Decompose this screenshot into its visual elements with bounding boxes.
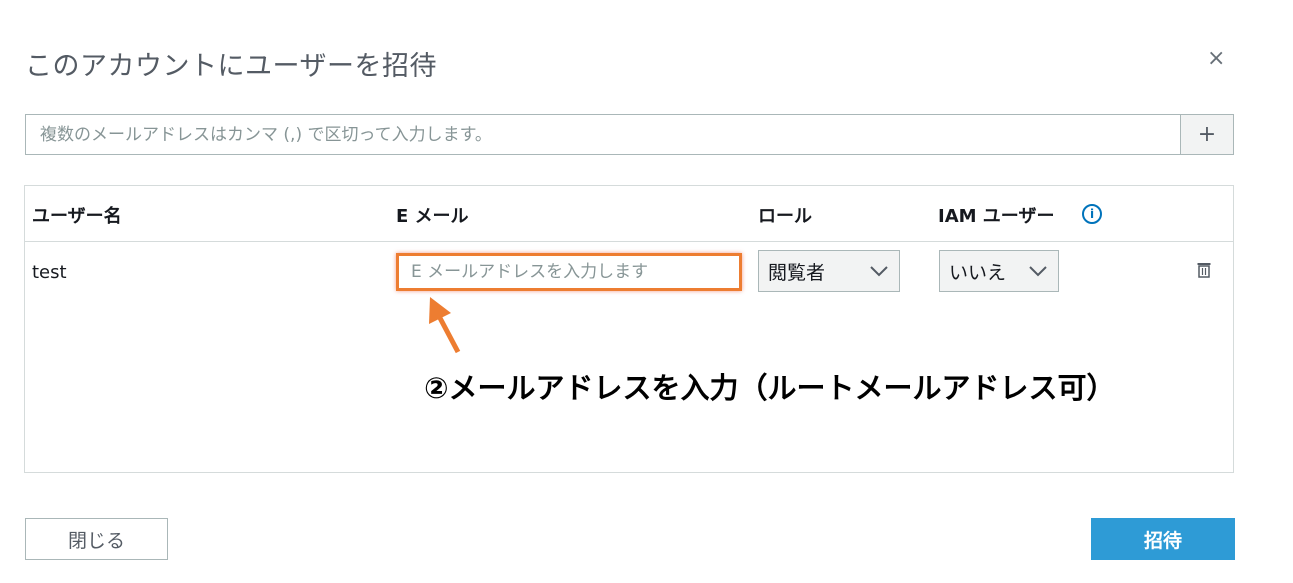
iam-user-select-value: いいえ: [949, 261, 1007, 284]
chevron-down-icon: [1029, 266, 1047, 277]
header-email: E メール: [396, 206, 469, 227]
annotation-text: ②メールアドレスを入力（ルートメールアドレス可）: [424, 371, 1116, 405]
header-iam-user: IAM ユーザー: [938, 206, 1055, 227]
role-select[interactable]: 閲覧者: [758, 250, 900, 292]
info-icon[interactable]: i: [1082, 204, 1102, 224]
trash-icon[interactable]: [1197, 262, 1211, 278]
table-header: ユーザー名 E メール ロール IAM ユーザー i: [25, 186, 1233, 242]
bulk-email-input[interactable]: [25, 114, 1180, 155]
row-email-input[interactable]: [396, 253, 742, 291]
header-username: ユーザー名: [32, 206, 122, 227]
row-username: test: [32, 262, 67, 283]
iam-user-select[interactable]: いいえ: [939, 250, 1059, 292]
close-icon[interactable]: ×: [1207, 46, 1225, 71]
email-entry-row: +: [25, 114, 1234, 155]
close-button[interactable]: 閉じる: [25, 518, 168, 560]
invite-button[interactable]: 招待: [1091, 518, 1235, 560]
chevron-down-icon: [870, 266, 888, 277]
add-email-button[interactable]: +: [1180, 114, 1234, 155]
invite-table: ユーザー名 E メール ロール IAM ユーザー i test 閲覧者 いいえ: [24, 185, 1234, 473]
dialog-title: このアカウントにユーザーを招待: [25, 51, 437, 82]
role-select-value: 閲覧者: [768, 261, 826, 284]
header-role: ロール: [758, 206, 812, 227]
